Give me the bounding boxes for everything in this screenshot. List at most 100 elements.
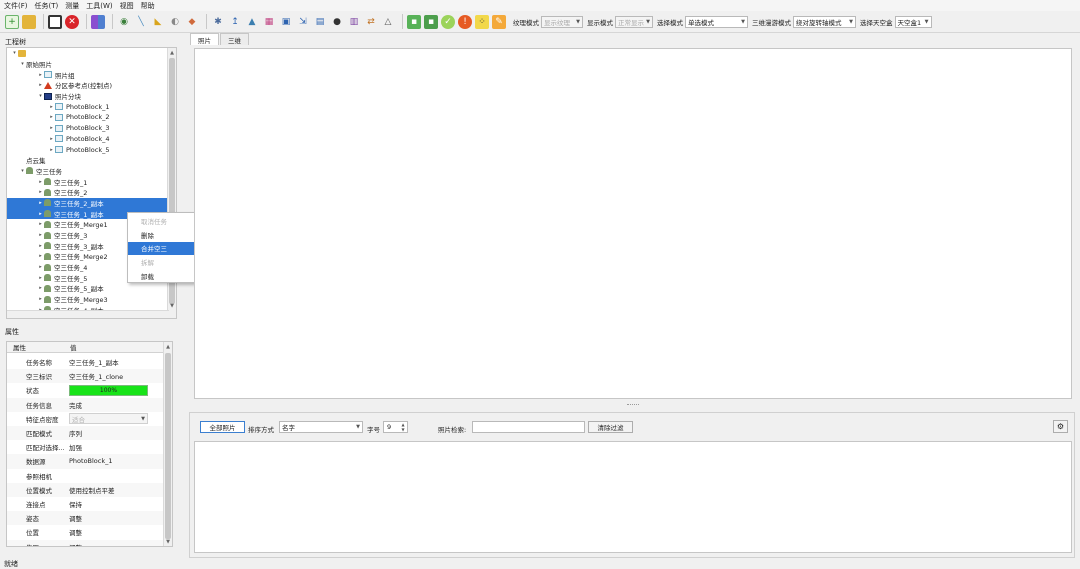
export-icon[interactable]: ⇲ [296,15,310,29]
tree-node[interactable]: ▸ PhotoBlock_4 [7,134,168,145]
collapse-arrow-icon[interactable]: ▸ [37,221,44,227]
model-icon[interactable]: ▣ [279,15,293,29]
expand-arrow-icon[interactable]: ▾ [19,168,26,174]
properties-vertical-scrollbar[interactable]: ▲ ▼ [163,342,172,546]
collapse-arrow-icon[interactable]: ▸ [48,104,55,110]
angle-measure-icon[interactable]: ◣ [151,15,165,29]
open-folder-icon[interactable] [22,14,36,29]
tree-node[interactable]: 点云集 [7,155,168,166]
collapse-arrow-icon[interactable]: ▸ [37,211,44,217]
pointcloud-icon[interactable]: ● [330,15,344,29]
collapse-arrow-icon[interactable]: ▸ [37,243,44,249]
collapse-arrow-icon[interactable]: ▸ [37,189,44,195]
select-mode-select[interactable]: 单选模式 ▼ [685,15,748,28]
rotate-mode-select[interactable]: 绕对旋转轴模式 ▼ [793,15,856,28]
tree-node[interactable]: ▸ 空三任务_5_副本 [7,283,168,294]
scroll-up-icon[interactable]: ▲ [168,48,176,57]
expand-arrow-icon[interactable]: ▾ [37,93,44,99]
tree-node[interactable]: ▸ PhotoBlock_1 [7,101,168,112]
terrain-icon[interactable]: ▲ [245,15,259,29]
expand-arrow-icon[interactable]: ▾ [11,50,18,56]
mesh-icon[interactable]: △ [381,15,395,29]
check-green-icon[interactable]: ✓ [441,14,455,29]
collapse-arrow-icon[interactable]: ▸ [37,179,44,185]
context-menu-item[interactable]: 卸载 [128,269,194,283]
expand-arrow-icon[interactable]: ▾ [19,61,26,67]
menu-view[interactable]: 视图 [120,1,134,11]
collapse-arrow-icon[interactable]: ▸ [37,82,44,88]
clear-filter-button[interactable]: 清除过滤 [588,421,633,433]
scroll-down-icon[interactable]: ▼ [168,301,176,310]
close-project-icon[interactable]: ✕ [65,14,79,29]
photo-thumbnail-list[interactable] [194,441,1072,553]
tree-horizontal-scrollbar[interactable] [7,310,169,318]
scrollbar-thumb[interactable] [165,353,171,539]
camera-green-icon[interactable]: ▪ [407,14,421,29]
tree-node[interactable]: ▸ 空三任务_1 [7,176,168,187]
collapse-arrow-icon[interactable]: ▸ [37,285,44,291]
context-menu-item[interactable]: 删除 [128,228,194,242]
collapse-arrow-icon[interactable]: ▸ [48,114,55,120]
scroll-down-icon[interactable]: ▼ [164,537,172,546]
collapse-arrow-icon[interactable]: ▸ [48,125,55,131]
tree-node[interactable]: ▸ 照片组 [7,69,168,80]
brush-icon[interactable]: ✎ [492,14,506,29]
tree-node[interactable]: ▸ PhotoBlock_2 [7,112,168,123]
warning-icon[interactable]: ! [458,14,472,29]
skybox-select[interactable]: 天空盒1 ▼ [894,15,932,28]
collapse-arrow-icon[interactable]: ▸ [37,253,44,259]
eraser-icon[interactable]: ◆ [185,15,199,29]
control-point-icon[interactable]: ↥ [228,15,242,29]
add-photos-icon[interactable]: ◉ [117,15,131,29]
save-icon[interactable] [48,14,62,29]
tree-node[interactable]: ▸ 空三任务_2_副本 [7,197,168,209]
transform-icon[interactable]: ⇄ [364,15,378,29]
collapse-arrow-icon[interactable]: ▸ [48,136,55,142]
collapse-arrow-icon[interactable]: ▸ [37,200,44,206]
menu-tools[interactable]: 工具(W) [86,1,112,11]
tab-photos[interactable]: 照片 [190,33,219,45]
menu-measure[interactable]: 测量 [65,1,79,11]
collapse-arrow-icon[interactable]: ▸ [37,72,44,78]
orthophoto-icon[interactable]: ▤ [313,15,327,29]
chevron-down-icon: ▼ [924,18,929,25]
grid-view-icon[interactable] [91,14,105,29]
tree-node[interactable]: ▾ 照片分块 [7,91,168,102]
new-project-icon[interactable]: + [5,14,19,29]
settings-icon[interactable]: ✱ [211,15,225,29]
scroll-up-icon[interactable]: ▲ [164,342,172,351]
photo-search-input[interactable] [472,421,585,433]
dem-icon[interactable]: ▥ [347,15,361,29]
property-name: 任务名称 [26,359,52,368]
tree-node[interactable]: ▾ 原始照片 [7,59,168,70]
tree-node[interactable]: ▸ PhotoBlock_5 [7,144,168,155]
ruler-icon[interactable]: ╲ [134,15,148,29]
collapse-arrow-icon[interactable]: ▸ [37,264,44,270]
list-settings-icon[interactable]: ⚙ [1053,420,1068,433]
tree-node[interactable]: ▾ [7,48,168,59]
tree-node[interactable]: ▸ PhotoBlock_3 [7,123,168,134]
tree-node[interactable]: ▸ 分区参考点(控制点) [7,80,168,91]
menu-file[interactable]: 文件(F) [4,1,28,11]
collapse-arrow-icon[interactable]: ▸ [48,147,55,153]
panel-splitter-handle[interactable] [627,404,639,406]
photo-viewer[interactable] [194,48,1072,399]
menu-task[interactable]: 任务(T) [35,1,59,11]
tree-node[interactable]: ▾ 空三任务 [7,166,168,177]
context-menu-item[interactable]: 合并空三 [128,241,194,256]
collapse-arrow-icon[interactable]: ▸ [37,232,44,238]
tree-node[interactable]: ▸ 空三任务_2 [7,187,168,198]
camera-green-alt-icon[interactable]: ▪ [424,14,438,29]
collapse-arrow-icon[interactable]: ▸ [37,275,44,281]
sort-select[interactable]: 名字 ▼ [279,421,363,433]
stepper-arrows-icon[interactable]: ▲ ▼ [399,422,407,432]
menu-help[interactable]: 帮助 [141,1,155,11]
tab-3d[interactable]: 三维 [220,33,249,45]
collapse-arrow-icon[interactable]: ▸ [37,296,44,302]
volume-measure-icon[interactable]: ◐ [168,15,182,29]
scatter-icon[interactable]: ⁘ [475,14,489,29]
tile-icon[interactable]: ▦ [262,15,276,29]
all-photos-button[interactable]: 全部照片 [200,421,245,433]
tree-node[interactable]: ▸ 空三任务_Merge3 [7,294,168,305]
font-size-stepper[interactable]: 9 ▲ ▼ [383,421,408,433]
